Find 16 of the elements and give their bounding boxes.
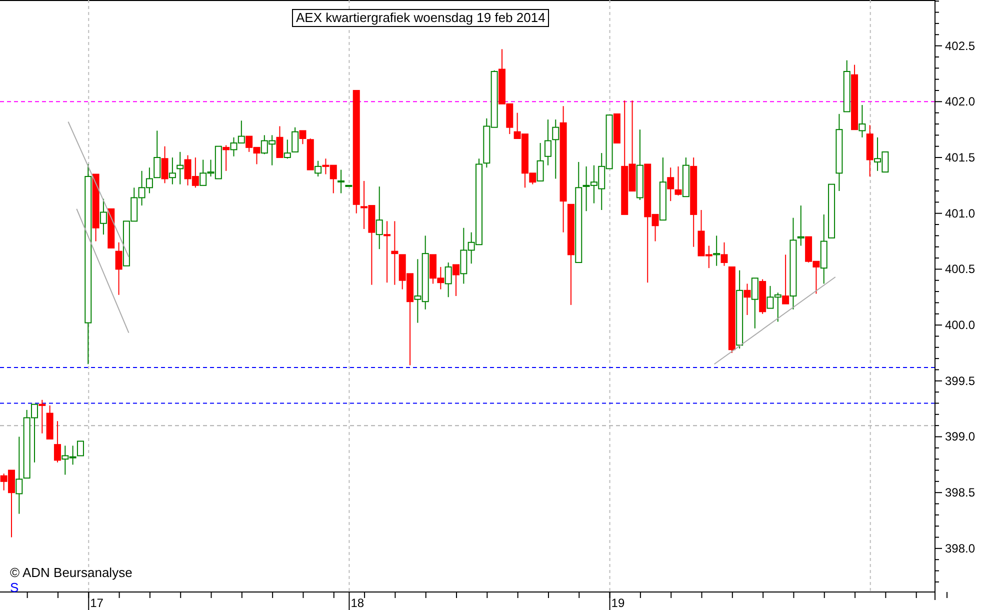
corner-mark: S [10, 580, 19, 595]
date-label: 18 [350, 596, 364, 610]
price-label: 401.0 [945, 206, 976, 220]
price-label: 401.5 [945, 150, 976, 164]
price-label: 398.5 [945, 486, 976, 500]
price-label: 402.5 [945, 38, 976, 53]
copyright-text: © ADN Beursanalyse [10, 565, 132, 580]
chart-title: AEX kwartiergrafiek woensdag 19 feb 2014 [292, 9, 550, 27]
price-label: 399.5 [945, 374, 976, 388]
price-label: 398.0 [945, 541, 976, 556]
price-label: 400.0 [945, 318, 976, 332]
price-label: 402.0 [945, 94, 976, 109]
date-label: 17 [90, 596, 104, 610]
price-label: 399.0 [945, 430, 976, 444]
date-label: 19 [611, 596, 625, 610]
price-label: 400.5 [945, 262, 976, 276]
